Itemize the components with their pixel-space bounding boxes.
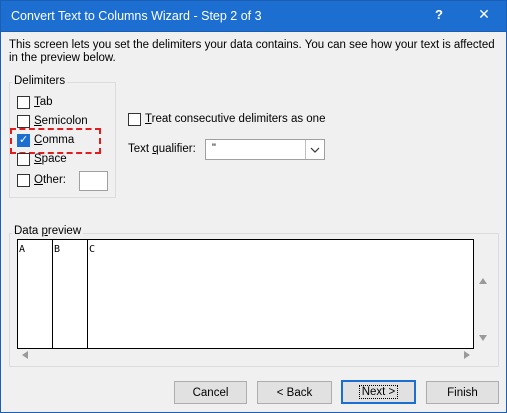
tab-checkbox[interactable]: [17, 96, 30, 109]
close-button[interactable]: ✕: [475, 6, 493, 23]
scroll-up-arrow-icon[interactable]: [478, 277, 488, 285]
back-button[interactable]: < Back: [257, 381, 332, 404]
other-checkbox[interactable]: [17, 174, 30, 187]
cancel-button[interactable]: Cancel: [174, 381, 247, 404]
instructions-text: This screen lets you set the delimiters …: [9, 39, 495, 64]
title-bar: Convert Text to Columns Wizard - Step 2 …: [0, 0, 507, 32]
scroll-right-arrow-icon[interactable]: [463, 350, 471, 360]
column-break-line[interactable]: [87, 240, 88, 348]
comma-checkbox[interactable]: ✓: [17, 134, 30, 147]
finish-button[interactable]: Finish: [426, 381, 499, 404]
checkmark-icon: ✓: [19, 134, 29, 146]
space-label[interactable]: Space: [34, 153, 67, 165]
wizard-dialog: This screen lets you set the delimiters …: [0, 32, 507, 413]
preview-column-header[interactable]: B: [54, 244, 60, 255]
data-preview-legend: Data preview: [12, 225, 84, 237]
tab-label[interactable]: Tab: [34, 96, 53, 108]
scroll-left-arrow-icon[interactable]: [21, 350, 29, 360]
preview-column-header[interactable]: A: [19, 244, 25, 255]
delimiters-legend: Delimiters: [12, 75, 68, 87]
text-qualifier-select[interactable]: ": [205, 139, 325, 160]
preview-column-header[interactable]: C: [89, 244, 95, 255]
semicolon-checkbox[interactable]: [17, 115, 30, 128]
help-button[interactable]: ?: [431, 7, 447, 22]
other-label[interactable]: Other:: [34, 174, 66, 186]
other-delimiter-input[interactable]: [79, 171, 108, 191]
data-preview-grid[interactable]: A B C: [17, 239, 474, 349]
comma-label[interactable]: Comma: [34, 134, 74, 146]
text-qualifier-value: ": [212, 142, 216, 154]
space-checkbox[interactable]: [17, 153, 30, 166]
chevron-down-icon[interactable]: [305, 140, 324, 159]
consecutive-delimiters-checkbox[interactable]: [128, 113, 141, 126]
column-break-line[interactable]: [52, 240, 53, 348]
window-title: Convert Text to Columns Wizard - Step 2 …: [11, 9, 262, 23]
scroll-down-arrow-icon[interactable]: [478, 334, 488, 342]
semicolon-label[interactable]: Semicolon: [34, 115, 88, 127]
next-button[interactable]: Next >: [341, 380, 416, 404]
consecutive-delimiters-label[interactable]: Treat consecutive delimiters as one: [145, 113, 325, 125]
text-qualifier-label: Text qualifier:: [128, 143, 196, 155]
